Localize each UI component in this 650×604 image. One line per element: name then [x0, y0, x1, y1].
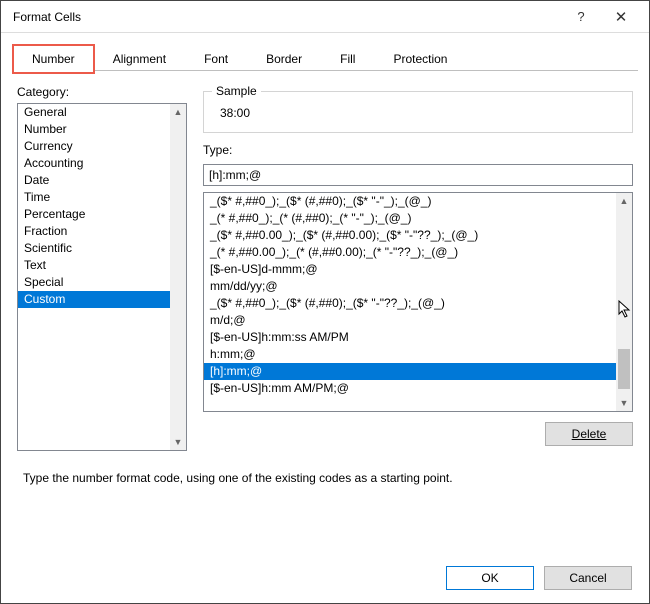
tab-fill[interactable]: Fill — [321, 45, 374, 73]
ok-button[interactable]: OK — [446, 566, 534, 590]
format-scrollbar[interactable]: ▲ ▼ — [616, 193, 632, 411]
category-item[interactable]: Date — [18, 172, 170, 189]
type-input[interactable] — [203, 164, 633, 186]
hint-text: Type the number format code, using one o… — [1, 471, 649, 485]
category-item[interactable]: Time — [18, 189, 170, 206]
format-item[interactable]: [$-en-US]d-mmm;@ — [204, 261, 616, 278]
category-scrollbar[interactable]: ▲ ▼ — [170, 104, 186, 450]
tab-divider — [12, 70, 638, 71]
category-item[interactable]: Currency — [18, 138, 170, 155]
scroll-down-icon[interactable]: ▼ — [170, 434, 186, 450]
cancel-button[interactable]: Cancel — [544, 566, 632, 590]
format-item[interactable]: [$-en-US]h:mm:ss AM/PM — [204, 329, 616, 346]
tab-border[interactable]: Border — [247, 45, 321, 73]
format-item[interactable]: _($* #,##0_);_($* (#,##0);_($* "-"_);_(@… — [204, 193, 616, 210]
titlebar: Format Cells ? ✕ — [1, 1, 649, 33]
tab-strip: NumberAlignmentFontBorderFillProtection — [13, 45, 637, 73]
scroll-thumb[interactable] — [618, 349, 630, 390]
format-item[interactable]: _(* #,##0_);_(* (#,##0);_(* "-"_);_(@_) — [204, 210, 616, 227]
format-item[interactable]: h:mm;@ — [204, 346, 616, 363]
sample-group: Sample 38:00 — [203, 91, 633, 133]
format-item[interactable]: [$-en-US]h:mm AM/PM;@ — [204, 380, 616, 397]
category-item[interactable]: Accounting — [18, 155, 170, 172]
category-item[interactable]: General — [18, 104, 170, 121]
category-label: Category: — [17, 85, 187, 99]
format-item[interactable]: _(* #,##0.00_);_(* (#,##0.00);_(* "-"??_… — [204, 244, 616, 261]
scroll-up-icon[interactable]: ▲ — [170, 104, 186, 120]
category-item[interactable]: Custom — [18, 291, 170, 308]
window-title: Format Cells — [13, 10, 561, 24]
type-label: Type: — [203, 143, 633, 157]
category-item[interactable]: Percentage — [18, 206, 170, 223]
format-item[interactable]: m/d;@ — [204, 312, 616, 329]
tab-protection[interactable]: Protection — [374, 45, 466, 73]
delete-button[interactable]: Delete — [545, 422, 633, 446]
format-item[interactable]: _($* #,##0_);_($* (#,##0);_($* "-"??_);_… — [204, 295, 616, 312]
category-item[interactable]: Text — [18, 257, 170, 274]
category-item[interactable]: Special — [18, 274, 170, 291]
tab-font[interactable]: Font — [185, 45, 247, 73]
format-listbox[interactable]: _($* #,##0_);_($* (#,##0);_($* "-"_);_(@… — [203, 192, 633, 412]
format-item[interactable]: [h]:mm;@ — [204, 363, 616, 380]
tab-alignment[interactable]: Alignment — [94, 45, 185, 73]
dialog-footer: OK Cancel — [446, 566, 632, 590]
help-button[interactable]: ? — [561, 1, 601, 33]
format-item[interactable]: _($* #,##0.00_);_($* (#,##0.00);_($* "-"… — [204, 227, 616, 244]
category-item[interactable]: Fraction — [18, 223, 170, 240]
scroll-up-icon[interactable]: ▲ — [616, 193, 632, 209]
sample-value: 38:00 — [216, 106, 620, 120]
category-listbox[interactable]: GeneralNumberCurrencyAccountingDateTimeP… — [17, 103, 187, 451]
category-item[interactable]: Number — [18, 121, 170, 138]
close-button[interactable]: ✕ — [601, 1, 641, 33]
format-item[interactable]: mm/dd/yy;@ — [204, 278, 616, 295]
sample-label: Sample — [212, 84, 261, 98]
scroll-down-icon[interactable]: ▼ — [616, 395, 632, 411]
tab-number[interactable]: Number — [13, 45, 94, 73]
category-item[interactable]: Scientific — [18, 240, 170, 257]
